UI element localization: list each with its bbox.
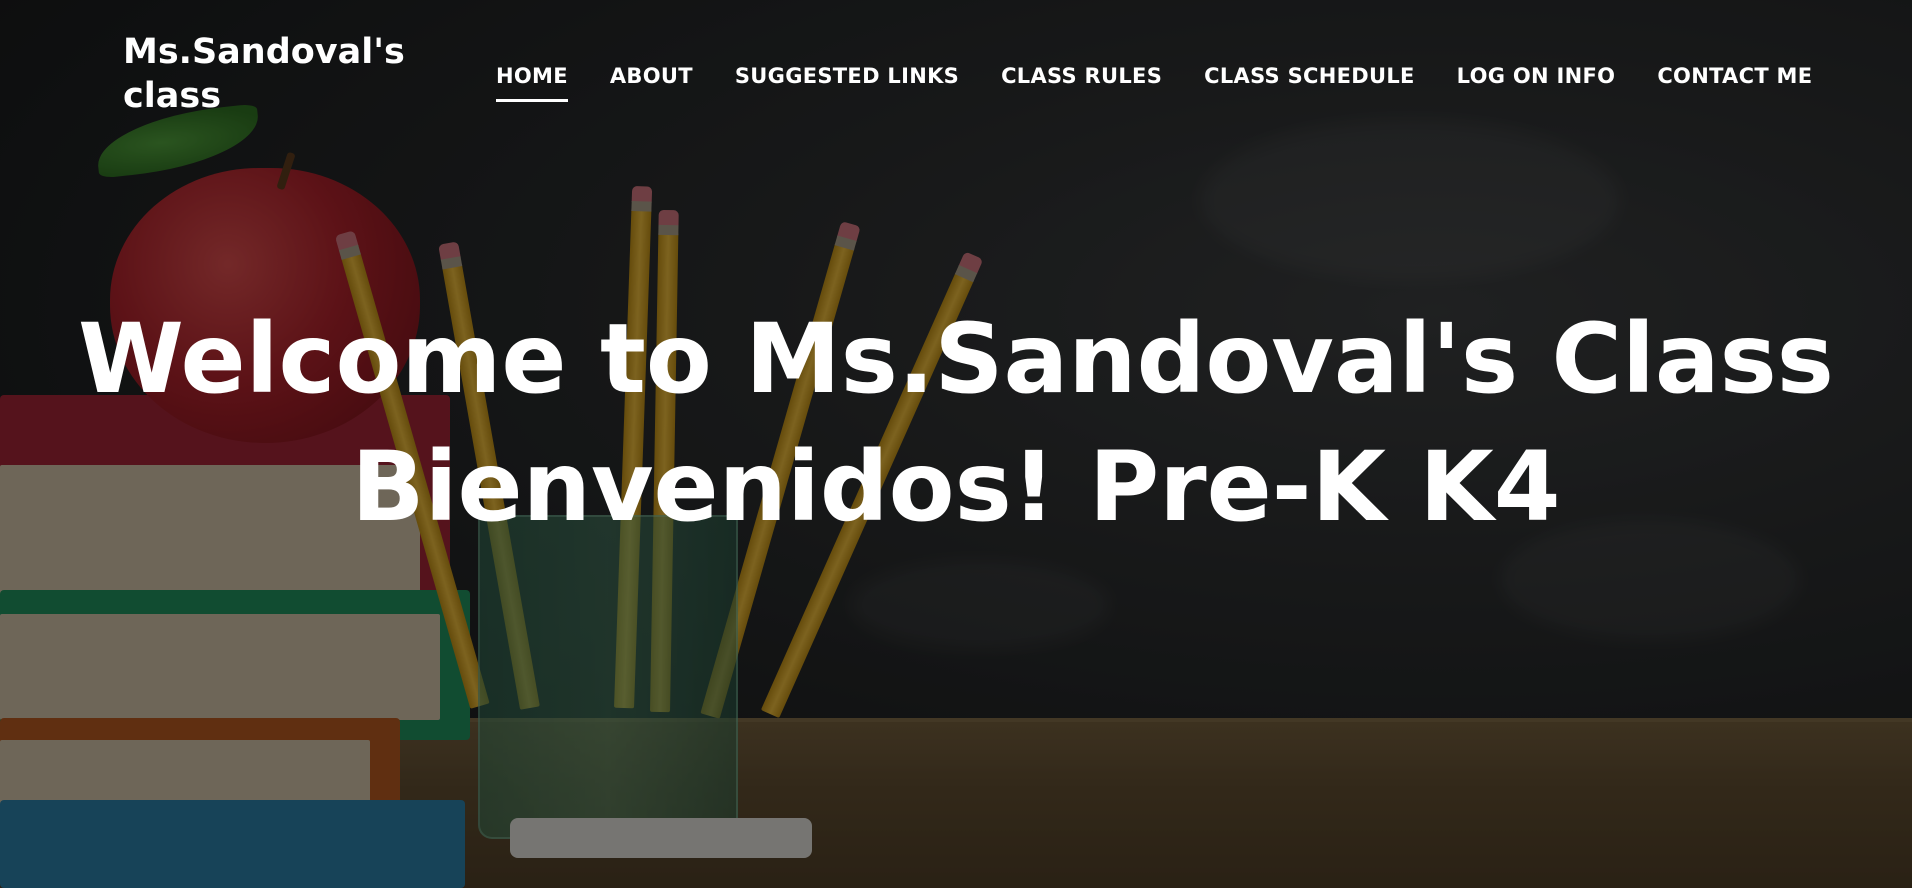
site-title[interactable]: Ms.Sandoval's class: [123, 30, 423, 118]
hero-headline-line2: Bienvenidos! Pre-K K4: [351, 431, 1561, 543]
nav-item-class-schedule[interactable]: CLASS SCHEDULE: [1204, 64, 1415, 88]
hero-section: Ms.Sandoval's class HOME ABOUT SUGGESTED…: [0, 0, 1912, 888]
hero-headline: Welcome to Ms.Sandoval's Class Bienvenid…: [0, 295, 1912, 551]
nav-item-home[interactable]: HOME: [496, 64, 568, 102]
nav-item-contact-me[interactable]: CONTACT ME: [1657, 64, 1812, 88]
nav-item-log-on-info[interactable]: LOG ON INFO: [1457, 64, 1616, 88]
nav-item-suggested-links[interactable]: SUGGESTED LINKS: [735, 64, 959, 88]
main-nav: HOME ABOUT SUGGESTED LINKS CLASS RULES C…: [496, 64, 1854, 102]
nav-item-class-rules[interactable]: CLASS RULES: [1001, 64, 1162, 88]
nav-item-about[interactable]: ABOUT: [610, 64, 693, 88]
hero-headline-line1: Welcome to Ms.Sandoval's Class: [78, 303, 1834, 415]
